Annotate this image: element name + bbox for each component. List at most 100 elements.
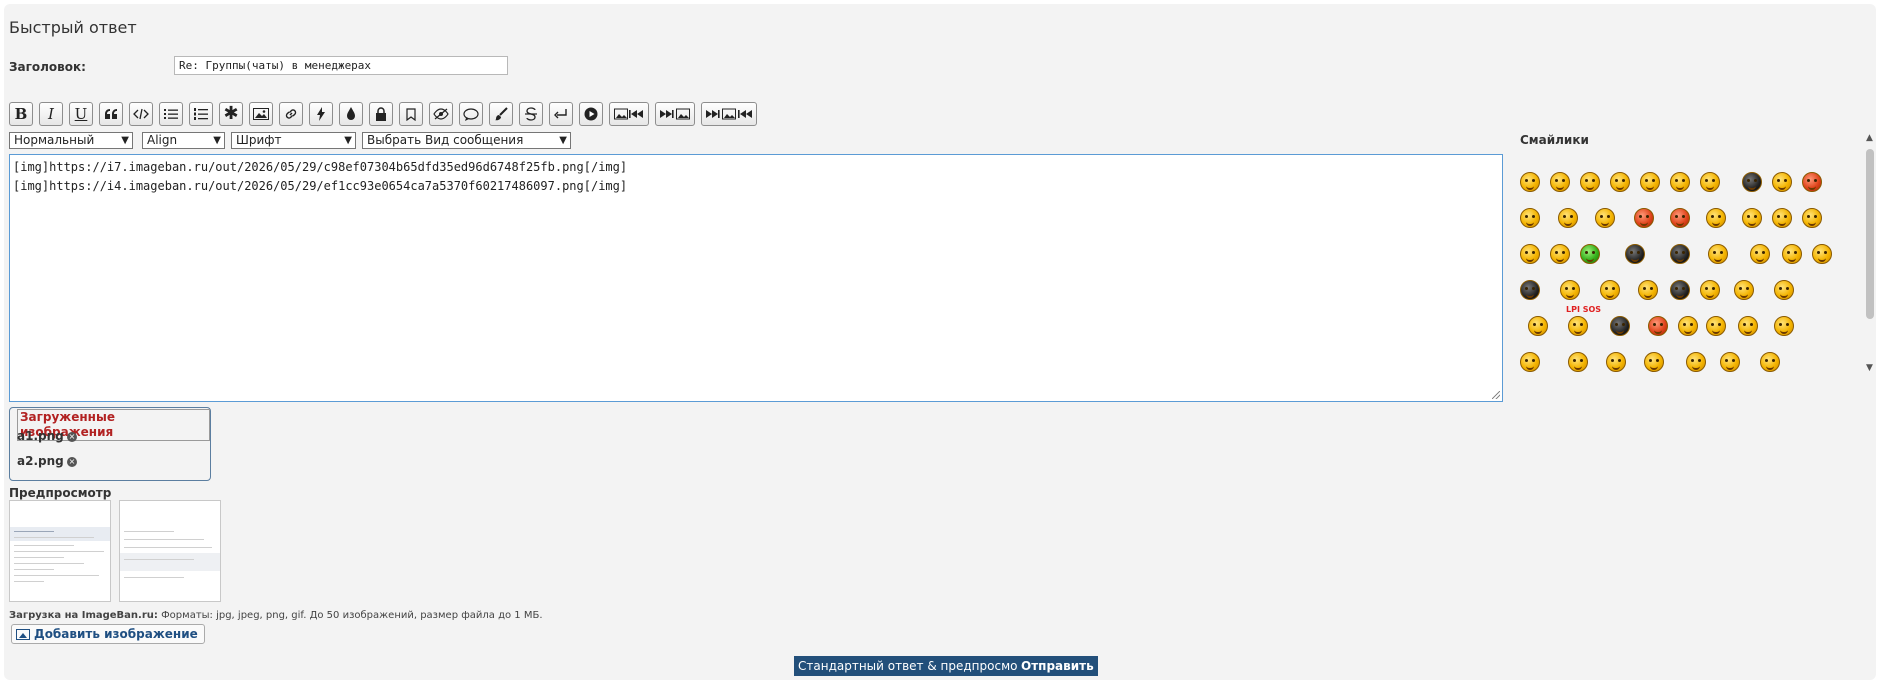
color-drop-button[interactable]	[339, 102, 363, 126]
spoiler-button[interactable]	[459, 102, 483, 126]
smiley-icon[interactable]	[1640, 172, 1660, 192]
image-icon	[16, 628, 30, 640]
smiley-icon[interactable]	[1520, 352, 1540, 372]
preview-thumbnail[interactable]	[119, 500, 221, 602]
smiley-icon[interactable]	[1520, 280, 1540, 300]
smiley-icon[interactable]	[1625, 244, 1645, 264]
smiley-icon[interactable]	[1520, 244, 1540, 264]
strike-button[interactable]	[519, 102, 543, 126]
flash-button[interactable]	[309, 102, 333, 126]
smiley-icon[interactable]	[1774, 316, 1794, 336]
speech-bubble-icon	[463, 107, 479, 121]
smiley-icon[interactable]	[1528, 316, 1548, 336]
play-icon	[584, 107, 598, 121]
add-image-button[interactable]: Добавить изображение	[11, 624, 205, 644]
list-button[interactable]	[159, 102, 183, 126]
subject-input[interactable]	[174, 56, 508, 75]
smiley-icon[interactable]	[1638, 280, 1658, 300]
smiley-icon[interactable]	[1600, 280, 1620, 300]
smiley-icon[interactable]	[1670, 208, 1690, 228]
image-prev-button[interactable]	[609, 102, 649, 126]
size-select[interactable]: Нормальный ▼	[9, 132, 133, 149]
next-image-prev-button[interactable]	[701, 102, 757, 126]
scroll-down-icon[interactable]: ▼	[1866, 363, 1873, 373]
smiley-icon[interactable]	[1568, 352, 1588, 372]
smiley-icon[interactable]	[1670, 244, 1690, 264]
standard-reply-button[interactable]: Стандартный ответ & предпросмотр	[794, 656, 1037, 676]
remove-icon[interactable]: ×	[67, 457, 77, 467]
smiley-icon[interactable]	[1708, 244, 1728, 264]
smiley-icon[interactable]	[1802, 208, 1822, 228]
smilies-scrollbar[interactable]: ▲ ▼	[1864, 133, 1876, 373]
linebreak-button[interactable]	[549, 102, 573, 126]
resize-handle-icon[interactable]	[1492, 391, 1500, 399]
message-type-select[interactable]: Выбрать Вид сообщения ▼	[362, 132, 571, 149]
smiley-icon[interactable]	[1550, 172, 1570, 192]
smiley-icon[interactable]	[1782, 244, 1802, 264]
smiley-icon[interactable]	[1644, 352, 1664, 372]
quote-button[interactable]	[99, 102, 123, 126]
smiley-icon[interactable]	[1772, 172, 1792, 192]
smiley-icon[interactable]	[1670, 172, 1690, 192]
video-button[interactable]	[579, 102, 603, 126]
smiley-icon[interactable]	[1550, 244, 1570, 264]
smiley-icon[interactable]	[1706, 208, 1726, 228]
smiley-icon[interactable]	[1520, 172, 1540, 192]
image-button[interactable]	[249, 102, 273, 126]
smiley-icon[interactable]	[1606, 352, 1626, 372]
smiley-icon[interactable]	[1670, 280, 1690, 300]
smiley-icon[interactable]	[1742, 208, 1762, 228]
smiley-icon[interactable]	[1634, 208, 1654, 228]
italic-button[interactable]: I	[39, 102, 63, 126]
underline-button[interactable]: U	[69, 102, 93, 126]
asterisk-button[interactable]: ✱	[219, 102, 243, 126]
smiley-icon[interactable]	[1812, 244, 1832, 264]
link-button[interactable]	[279, 102, 303, 126]
remove-icon[interactable]: ×	[67, 432, 77, 442]
smiley-icon[interactable]	[1580, 172, 1600, 192]
smiley-icon[interactable]	[1760, 352, 1780, 372]
smiley-icon[interactable]	[1678, 316, 1698, 336]
strikethrough-icon	[525, 107, 537, 121]
hide-button[interactable]	[429, 102, 453, 126]
smiley-icon[interactable]	[1686, 352, 1706, 372]
smiley-icon[interactable]	[1610, 316, 1630, 336]
smiley-icon[interactable]	[1734, 280, 1754, 300]
smiley-icon[interactable]	[1720, 352, 1740, 372]
smiley-icon[interactable]	[1742, 172, 1762, 192]
smiley-icon[interactable]	[1738, 316, 1758, 336]
smiley-icon[interactable]	[1774, 280, 1794, 300]
preview-thumbnail[interactable]	[9, 500, 111, 602]
smiley-icon[interactable]	[1520, 208, 1540, 228]
smiley-icon[interactable]	[1610, 172, 1630, 192]
message-textarea[interactable]: [img]https://i7.imageban.ru/out/2026/05/…	[9, 154, 1503, 402]
code-button[interactable]	[129, 102, 153, 126]
uploaded-images-box: Загруженные изображения a1.png × a2.png …	[9, 407, 211, 481]
smiley-icon[interactable]	[1648, 316, 1668, 336]
lock-button[interactable]	[369, 102, 393, 126]
chevron-down-icon: ▼	[559, 135, 567, 146]
smiley-icon[interactable]	[1700, 172, 1720, 192]
scrollbar-thumb[interactable]	[1866, 149, 1874, 319]
send-button[interactable]: Отправить	[1017, 656, 1098, 676]
bookmark-button[interactable]	[399, 102, 423, 126]
uploaded-file-item: a1.png	[17, 429, 64, 443]
smiley-icon[interactable]	[1700, 280, 1720, 300]
bold-button[interactable]: B	[9, 102, 33, 126]
smiley-icon[interactable]	[1802, 172, 1822, 192]
font-select[interactable]: Шрифт ▼	[231, 132, 356, 149]
smiley-icon[interactable]	[1772, 208, 1792, 228]
smiley-icon[interactable]	[1580, 244, 1600, 264]
drop-icon	[347, 107, 355, 120]
smiley-icon[interactable]	[1558, 208, 1578, 228]
brush-button[interactable]	[489, 102, 513, 126]
smiley-icon[interactable]	[1706, 316, 1726, 336]
ordered-list-button[interactable]	[189, 102, 213, 126]
smiley-icon[interactable]	[1750, 244, 1770, 264]
smiley-icon[interactable]	[1560, 280, 1580, 300]
next-image-button[interactable]	[655, 102, 695, 126]
smiley-icon[interactable]	[1568, 316, 1588, 336]
align-select[interactable]: Align ▼	[142, 132, 225, 149]
scroll-up-icon[interactable]: ▲	[1866, 133, 1873, 143]
smiley-icon[interactable]	[1595, 208, 1615, 228]
